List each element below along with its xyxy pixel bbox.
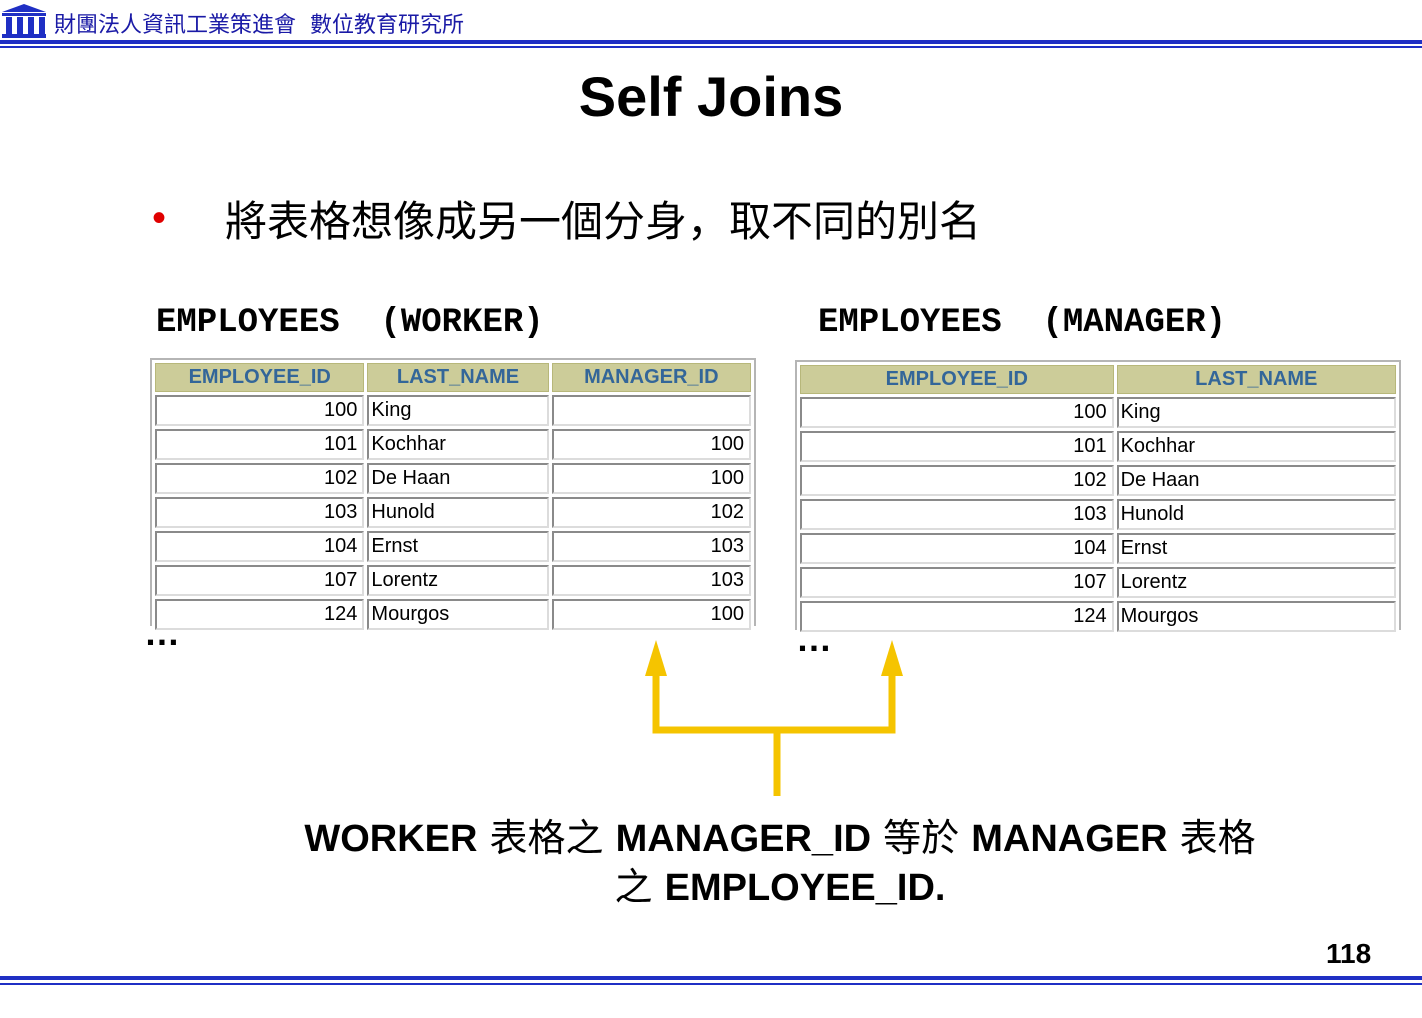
caption-part: 等於 (871, 816, 972, 860)
caption-part: EMPLOYEE_ID. (664, 867, 946, 909)
caption-part: MANAGER (971, 818, 1168, 860)
page-number: 118 (1326, 938, 1372, 969)
arrow-up-icon (881, 640, 903, 676)
footer-rule (0, 976, 1422, 980)
footer-rule-thin (0, 983, 1422, 985)
connector-line (652, 668, 896, 734)
caption-part: MANAGER_ID (615, 818, 872, 860)
caption-part: WORKER (304, 818, 478, 860)
caption-part: 之 (614, 865, 665, 909)
arrow-up-icon (645, 640, 667, 676)
caption-part: 表格 (1167, 816, 1256, 860)
caption-part: 表格之 (477, 816, 616, 860)
join-caption: WORKER 表格之 MANAGER_ID 等於 MANAGER 表格 之 EM… (200, 814, 1360, 912)
